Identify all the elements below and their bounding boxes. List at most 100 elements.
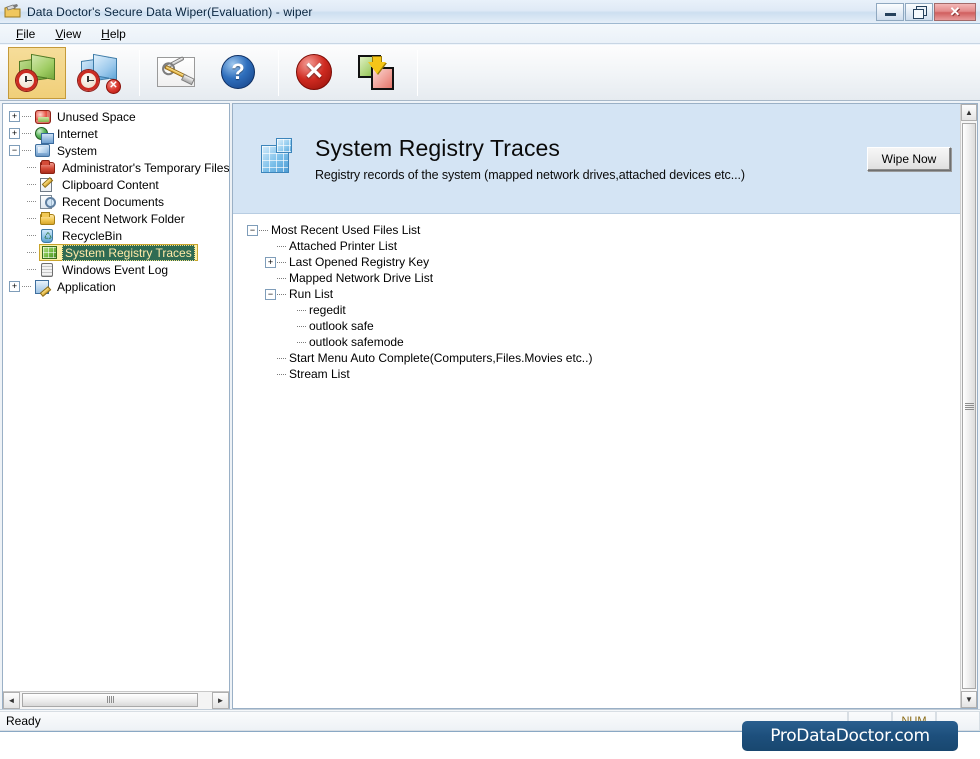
red-folder-icon [39, 160, 57, 175]
tree-connector [297, 325, 306, 327]
tree-item-label: Run List [289, 287, 334, 301]
sidebar-tree-panel: + Unused Space + Internet − System Admin… [2, 103, 230, 709]
wipe-now-button[interactable]: Wipe Now [867, 146, 951, 171]
wiper-app-icon [4, 3, 22, 20]
tree-connector [22, 116, 32, 117]
sidebar-item-application[interactable]: + Application [5, 278, 229, 295]
expander-plus-icon[interactable]: + [265, 256, 276, 268]
tree-connector [22, 150, 32, 151]
tree-connector [22, 133, 32, 134]
sidebar-item-system[interactable]: − System [5, 142, 229, 159]
sidebar-horizontal-scrollbar[interactable]: ◄ ► [3, 691, 229, 709]
tree-connector [277, 293, 286, 295]
tree-item-start-menu-auto-complete[interactable]: Start Menu Auto Complete(Computers,Files… [243, 350, 977, 366]
settings-button[interactable] [147, 47, 205, 99]
tree-connector [277, 277, 286, 279]
sidebar-item-unused-space[interactable]: + Unused Space [5, 108, 229, 125]
expander-none-icon [265, 273, 276, 284]
toolbar-separator-1 [139, 49, 140, 96]
tree-item-mapped-network-drive-list[interactable]: Mapped Network Drive List [243, 270, 977, 286]
tree-item-label: Start Menu Auto Complete(Computers,Files… [289, 351, 593, 365]
stop-wipe-button[interactable]: ✕ [70, 47, 128, 99]
yellow-open-folder-icon [39, 211, 57, 226]
sidebar-item-recyclebin[interactable]: RecycleBin [5, 227, 229, 244]
sidebar-item-recent-network-folder[interactable]: Recent Network Folder [5, 210, 229, 227]
cancel-button[interactable]: ✕ [286, 47, 344, 99]
registry-cube-icon [41, 245, 59, 260]
tree-item-label: Last Opened Registry Key [289, 255, 430, 269]
expander-minus-icon[interactable]: − [9, 145, 20, 156]
application-window: Data Doctor's Secure Data Wiper(Evaluati… [0, 0, 980, 759]
tree-item-most-recent-used-files-list[interactable]: − Most Recent Used Files List [243, 222, 977, 238]
vscroll-track[interactable] [961, 121, 977, 691]
expander-none-icon [265, 241, 276, 252]
expander-none-icon [285, 305, 296, 316]
menu-item-file[interactable]: File [6, 26, 45, 42]
red-x-circle-icon: ✕ [292, 51, 338, 95]
sidebar-item-label: Clipboard Content [62, 177, 159, 192]
tree-connector [297, 341, 306, 343]
event-log-icon [39, 262, 57, 277]
registry-traces-tree: − Most Recent Used Files List Attached P… [233, 214, 977, 708]
close-button[interactable]: ✕ [934, 2, 976, 21]
content-header: System Registry Traces Registry records … [233, 104, 977, 214]
tree-connector [27, 269, 37, 270]
tree-item-regedit[interactable]: regedit [243, 302, 977, 318]
menu-item-view[interactable]: View [45, 26, 91, 42]
scroll-up-button[interactable]: ▲ [961, 104, 977, 121]
tree-item-attached-printer-list[interactable]: Attached Printer List [243, 238, 977, 254]
tree-connector [27, 167, 37, 168]
expander-plus-icon[interactable]: + [9, 281, 20, 292]
vscroll-thumb[interactable] [962, 123, 976, 689]
page-title: System Registry Traces [315, 134, 561, 161]
exchange-button[interactable] [348, 47, 406, 99]
tools-wrench-screwdriver-icon [153, 51, 199, 95]
minimize-button[interactable] [876, 2, 904, 21]
expander-minus-icon[interactable]: − [265, 288, 276, 300]
scroll-right-button[interactable]: ► [212, 691, 229, 709]
tree-item-run-list[interactable]: − Run List [243, 286, 977, 302]
minimize-icon [884, 13, 896, 16]
expander-minus-icon[interactable]: − [247, 224, 258, 236]
title-bar: Data Doctor's Secure Data Wiper(Evaluati… [0, 0, 980, 24]
tree-connector [27, 184, 37, 185]
tree-item-outlook-safemode[interactable]: outlook safemode [243, 334, 977, 350]
sidebar-item-system-registry-traces[interactable]: System Registry Traces [5, 244, 229, 261]
tree-connector [27, 252, 37, 253]
tree-item-label: outlook safemode [309, 335, 404, 349]
window-title: Data Doctor's Secure Data Wiper(Evaluati… [27, 4, 313, 19]
wipe-unused-space-button[interactable] [8, 46, 66, 99]
expander-plus-icon[interactable]: + [9, 128, 20, 139]
tree-connector [27, 235, 37, 236]
content-vertical-scrollbar[interactable]: ▲ ▼ [960, 104, 977, 708]
help-button[interactable]: ? [209, 47, 267, 99]
tree-item-label: regedit [309, 303, 346, 317]
tree-item-label: Attached Printer List [289, 239, 398, 253]
scroll-down-button[interactable]: ▼ [961, 691, 977, 708]
hscroll-thumb[interactable] [22, 692, 198, 707]
toolbar-separator-3 [417, 49, 418, 96]
restore-button[interactable] [905, 2, 933, 21]
menu-item-help[interactable]: Help [91, 26, 136, 42]
blue-question-mark-icon: ? [215, 51, 261, 95]
grip-icon [106, 696, 114, 703]
sidebar-item-administrators-temporary-files[interactable]: Administrator's Temporary Files [5, 159, 229, 176]
restore-icon [913, 6, 927, 19]
sidebar-item-recent-documents[interactable]: Recent Documents [5, 193, 229, 210]
green-red-squares-yellow-arrow-icon [354, 51, 400, 95]
tree-item-stream-list[interactable]: Stream List [243, 366, 977, 382]
hscroll-track[interactable] [20, 691, 212, 709]
tree-connector [277, 245, 286, 247]
sidebar-item-label: Application [57, 279, 116, 294]
toolbar: ✕ ? ✕ [0, 45, 980, 101]
tree-item-last-opened-registry-key[interactable]: + Last Opened Registry Key [243, 254, 977, 270]
expander-plus-icon[interactable]: + [9, 111, 20, 122]
sidebar-item-internet[interactable]: + Internet [5, 125, 229, 144]
recent-documents-icon [39, 194, 57, 209]
sidebar-item-windows-event-log[interactable]: Windows Event Log [5, 261, 229, 278]
close-icon: ✕ [949, 4, 961, 19]
sidebar-item-label: RecycleBin [62, 228, 123, 243]
tree-item-outlook-safe[interactable]: outlook safe [243, 318, 977, 334]
sidebar-item-clipboard-content[interactable]: Clipboard Content [5, 176, 229, 193]
scroll-left-button[interactable]: ◄ [3, 691, 20, 709]
